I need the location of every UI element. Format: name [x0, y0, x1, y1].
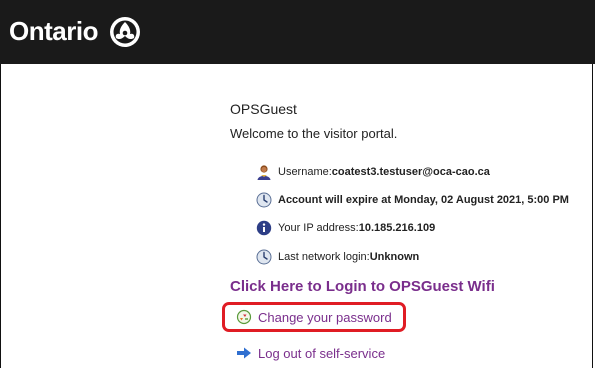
change-password-label[interactable]: Change your password: [258, 310, 392, 325]
change-password-link[interactable]: Change your password: [236, 309, 392, 325]
login-wifi-link[interactable]: Click Here to Login to OPSGuest Wifi: [230, 278, 495, 295]
ip-row: Your IP address: 10.185.216.109: [256, 220, 435, 236]
header-bar: Ontario: [0, 0, 595, 64]
brand-wordmark: Ontario: [9, 16, 98, 46]
welcome-text: Welcome to the visitor portal.: [230, 126, 398, 141]
clock-icon: [256, 249, 272, 265]
last-login-label: Last network login:: [278, 251, 370, 263]
username-value: coatest3.testuser@oca-cao.ca: [331, 166, 490, 178]
change-password-icon: [236, 309, 252, 325]
expiry-row: Account will expire at Monday, 02 August…: [256, 192, 569, 208]
logout-label[interactable]: Log out of self-service: [258, 346, 385, 361]
trillium-icon: [110, 17, 140, 47]
ip-label: Your IP address:: [278, 222, 359, 234]
clock-icon: [256, 192, 272, 208]
logout-link[interactable]: Log out of self-service: [236, 345, 385, 361]
username-label: Username:: [278, 166, 332, 178]
portal-title: OPSGuest: [230, 101, 297, 117]
username-row: Username: coatest3.testuser@oca-cao.ca: [256, 164, 490, 180]
arrow-right-icon: [237, 347, 251, 359]
info-icon: [256, 220, 272, 236]
expiry-text: Account will expire at Monday, 02 August…: [278, 194, 569, 206]
user-icon: [257, 165, 271, 180]
last-login-value: Unknown: [369, 251, 420, 263]
last-login-row: Last network login: Unknown: [256, 249, 419, 265]
ip-value: 10.185.216.109: [358, 222, 436, 234]
